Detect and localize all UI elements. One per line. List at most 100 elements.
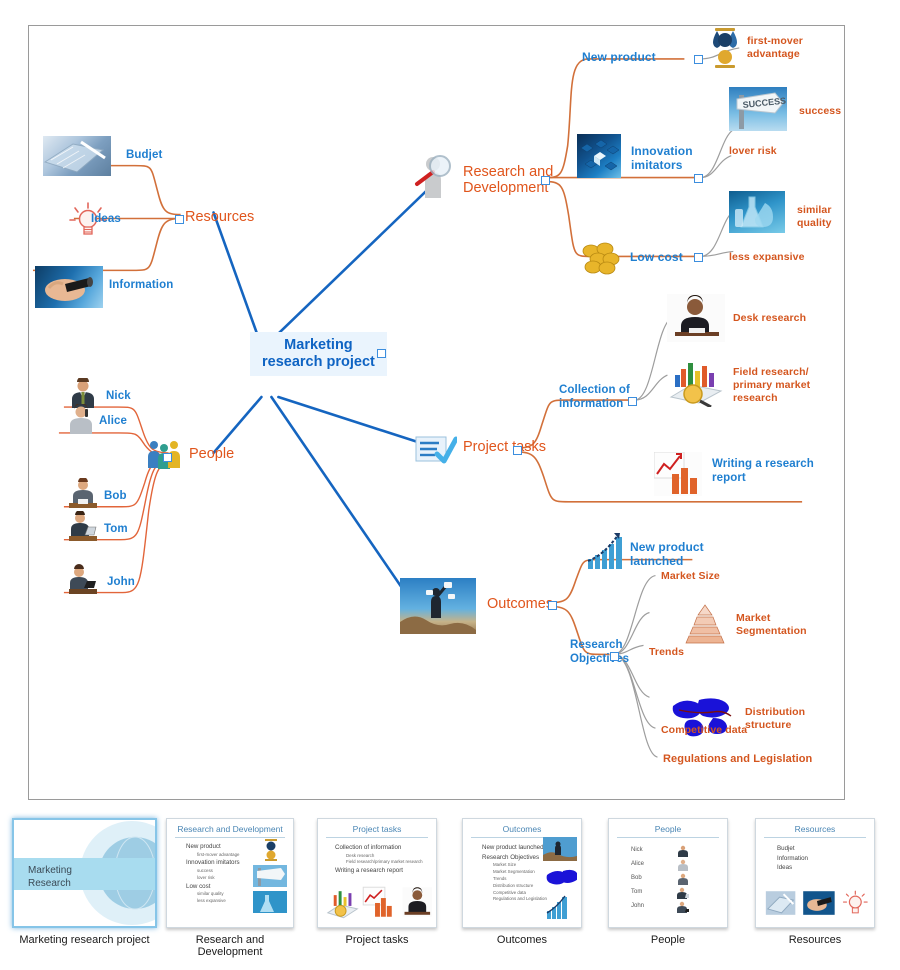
thumb-line: Field research/primary market research xyxy=(346,859,423,865)
thumb-person-row: John xyxy=(609,900,727,914)
ro-line1: Research xyxy=(570,639,623,651)
thumb-line: Ideas xyxy=(777,864,793,872)
thumbnail-slide-title: Resources xyxy=(764,819,866,838)
node-nick-label[interactable]: Nick xyxy=(106,390,131,402)
central-node[interactable]: Marketing research project xyxy=(250,332,387,377)
thumbnail-caption: Resources xyxy=(788,934,842,946)
thumbnail-caption: Marketing research project xyxy=(19,934,150,946)
thumbnail-slide-0[interactable]: Marketing Research xyxy=(12,818,157,928)
node-research-objectives-handle[interactable] xyxy=(610,652,619,661)
thumbnail-slide-1[interactable]: Research and Development New product fir… xyxy=(166,818,294,928)
node-budjet-label[interactable]: Budjet xyxy=(126,149,162,161)
hand-telescope-image xyxy=(35,266,103,308)
thumbnail-slide-4[interactable]: People Nick Alice Bob Tom John xyxy=(608,818,728,928)
branch-outcomes-handle[interactable] xyxy=(548,601,557,610)
branch-resources-label[interactable]: Resources xyxy=(185,209,254,225)
thumb-line: Desk research xyxy=(346,852,375,858)
node-field-research-label: Field research/ primary market research xyxy=(733,366,810,405)
thumbnail-icons xyxy=(765,890,868,915)
person-icon xyxy=(678,873,688,885)
branch-project-tasks-handle[interactable] xyxy=(513,446,522,455)
first-mover-line1: first-mover xyxy=(747,35,803,47)
node-alice-label[interactable]: Alice xyxy=(99,415,127,427)
thumbnail-item[interactable]: Marketing Research Marketing research pr… xyxy=(12,818,157,946)
thumbnail-slide-title: People xyxy=(617,819,719,838)
node-bob-label[interactable]: Bob xyxy=(104,490,127,502)
node-new-product-handle[interactable] xyxy=(694,55,703,64)
thumbnail-icons xyxy=(543,837,577,919)
hourglass-image xyxy=(712,28,738,68)
branch-outcomes-label[interactable]: Outcomes xyxy=(487,596,553,612)
mseg-line2: Segmentation xyxy=(736,625,807,638)
node-new-product-launched-label[interactable]: New product launched xyxy=(630,540,704,569)
node-writing-report-label[interactable]: Writing a research report xyxy=(712,458,814,486)
gold-coins-image xyxy=(581,241,621,275)
branch-rd-handle[interactable] xyxy=(541,176,550,185)
node-low-cost-handle[interactable] xyxy=(694,253,703,262)
node-innovation-handle[interactable] xyxy=(694,174,703,183)
branch-people-handle[interactable] xyxy=(163,453,172,462)
node-similar-quality-label: similar quality xyxy=(797,204,832,230)
node-low-cost-label[interactable]: Low cost xyxy=(630,250,683,264)
person-icon xyxy=(678,859,688,871)
thumb-line: John xyxy=(631,903,645,910)
thumb-line: Budjet xyxy=(777,845,795,852)
node-desk-research-label: Desk research xyxy=(733,312,807,324)
man-mountain-image xyxy=(400,578,476,634)
thumbnail-caption: People xyxy=(650,934,686,946)
branch-research-development-label[interactable]: Research and Development xyxy=(463,164,553,196)
blue-flasks-image xyxy=(729,191,785,233)
magnifier-figure-image xyxy=(411,154,459,202)
thumb-title-line2: Research xyxy=(28,878,71,889)
person-icon xyxy=(677,887,689,899)
thumbnail-strip[interactable]: Marketing Research Marketing research pr… xyxy=(0,818,900,970)
writing-line2: report xyxy=(712,471,746,484)
thumbnail-item[interactable]: Resources Budjet Information Ideas Resou… xyxy=(755,818,875,946)
node-success-label: success xyxy=(799,105,842,117)
npl-line1: New product xyxy=(630,540,704,554)
node-innovation-imitators-label[interactable]: Innovation imitators xyxy=(631,144,693,173)
growth-chart-image xyxy=(584,531,630,573)
thumbnail-slide-5[interactable]: Resources Budjet Information Ideas xyxy=(755,818,875,928)
node-information-label[interactable]: Information xyxy=(109,279,173,291)
similar-quality-line2: quality xyxy=(797,217,832,230)
branch-people-label[interactable]: People xyxy=(189,446,234,462)
thumbnail-item[interactable]: People Nick Alice Bob Tom John People xyxy=(608,818,728,946)
branch-project-tasks-label[interactable]: Project tasks xyxy=(463,439,546,455)
thumbnail-slide-title: Research and Development xyxy=(175,819,285,838)
node-lover-risk-label: lover risk xyxy=(729,145,777,157)
writing-line1: Writing a research xyxy=(712,458,814,470)
thumbnail-slide-3[interactable]: Outcomes New product launched Research O… xyxy=(462,818,582,928)
branch-resources-handle[interactable] xyxy=(175,215,184,224)
person-icon xyxy=(678,845,688,857)
collection-line2: information xyxy=(559,397,624,410)
thumbnail-item[interactable]: Project tasks Collection of information … xyxy=(317,818,437,946)
central-node-line1: Marketing xyxy=(284,337,353,353)
node-john-label[interactable]: John xyxy=(107,576,135,588)
thumbnail-slide-2[interactable]: Project tasks Collection of information … xyxy=(317,818,437,928)
pyramid-image xyxy=(679,604,731,644)
woman-phone-image xyxy=(67,403,95,434)
node-collection-handle[interactable] xyxy=(628,397,637,406)
person-icon xyxy=(677,901,689,913)
central-node-line2: research project xyxy=(262,353,375,370)
thumb-line: Collection of information xyxy=(335,844,402,851)
thumbnail-slide-title: Project tasks xyxy=(326,819,428,838)
thumbnail-item[interactable]: Outcomes New product launched Research O… xyxy=(462,818,582,946)
thumb-title-line1: Marketing xyxy=(28,865,72,876)
checklist-image xyxy=(415,434,459,464)
mindmap-canvas[interactable]: Marketing research project Resources Bud… xyxy=(28,25,845,800)
ro-line2: Objectives xyxy=(570,652,630,665)
thumb-line: Writing a research report xyxy=(335,867,403,875)
node-first-mover-advantage-label: first-mover advantage xyxy=(747,35,803,61)
node-ideas-label[interactable]: Ideas xyxy=(91,213,121,225)
thumbnail-item[interactable]: Research and Development New product fir… xyxy=(166,818,294,958)
node-collection-of-information-label[interactable]: Collection of information xyxy=(559,384,630,412)
central-node-handle[interactable] xyxy=(377,349,386,358)
npl-line2: launched xyxy=(630,554,684,569)
thumbnail-title-text: Marketing Research xyxy=(28,864,72,890)
node-tom-label[interactable]: Tom xyxy=(104,523,128,535)
node-market-segmentation-label: Market Segmentation xyxy=(736,612,807,638)
node-research-objectives-label[interactable]: Research Objectives xyxy=(570,639,629,667)
node-new-product-label[interactable]: New product xyxy=(582,50,656,64)
